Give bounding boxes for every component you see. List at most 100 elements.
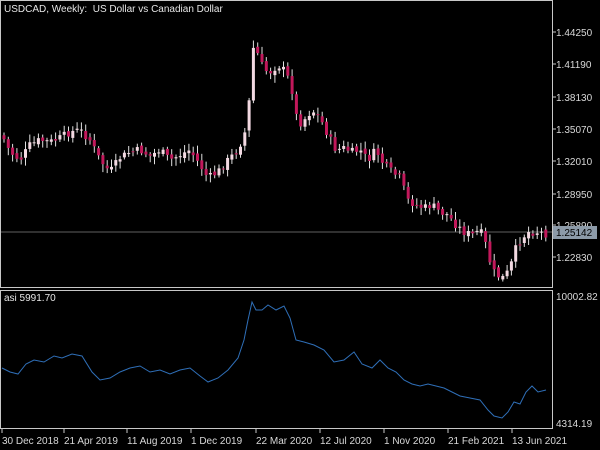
candle-body [165, 148, 169, 155]
candle-body [514, 245, 518, 262]
candle-body [140, 145, 144, 154]
time-axis-label: 13 Jun 2021 [512, 436, 567, 447]
candle-body [213, 171, 217, 176]
candle-body [363, 148, 367, 154]
candle-body [294, 94, 298, 114]
candle-body [522, 237, 526, 243]
candle-body [475, 230, 479, 232]
candle-body [441, 208, 445, 215]
candle-body [2, 135, 6, 140]
candle-body [497, 267, 500, 278]
candle-body [415, 204, 419, 206]
candle-body [88, 137, 92, 141]
chart-canvas[interactable]: 1.44250 1.41190 1.38130 1.35070 1.32010 … [0, 0, 600, 450]
candle-body [355, 146, 359, 152]
candle-body [411, 199, 414, 206]
candle-body [144, 151, 148, 155]
candle-body [15, 153, 19, 159]
candle-body [234, 153, 238, 155]
candle-body [28, 142, 32, 149]
candle-body [428, 205, 432, 209]
candle-body [325, 121, 328, 135]
candle-body [269, 71, 273, 74]
candle-body [445, 214, 449, 216]
candle-body [92, 140, 96, 147]
price-axis-label: 1.35070 [556, 125, 593, 136]
price-axis-label: 1.22830 [556, 253, 593, 264]
candle-body [527, 232, 531, 239]
candle-body [264, 61, 268, 72]
candle-body [282, 66, 285, 70]
chart-window[interactable]: 1.44250 1.41190 1.38130 1.35070 1.32010 … [0, 0, 600, 450]
candle-body [127, 153, 131, 155]
candle-body [303, 119, 307, 127]
candle-body [492, 260, 496, 270]
candle-body [488, 241, 492, 263]
candle-body [135, 147, 139, 151]
candle-body [389, 162, 393, 168]
candle-body [531, 233, 535, 236]
candle-body [333, 137, 337, 151]
candle-body [449, 214, 453, 219]
candle-body [114, 160, 118, 166]
candle-body [118, 159, 122, 162]
candle-body [320, 116, 324, 123]
candle-body [312, 112, 316, 116]
candle-body [230, 154, 234, 160]
candle-body [157, 152, 161, 154]
candle-body [423, 204, 427, 208]
price-panel-frame [0, 0, 553, 288]
candle-body [406, 186, 410, 199]
candle-body [131, 151, 135, 153]
candle-body [71, 130, 75, 138]
candle-body [49, 139, 53, 142]
candle-body [402, 173, 406, 186]
candle-body [501, 275, 505, 280]
time-axis-label: 1 Dec 2019 [191, 436, 243, 447]
candle-body [54, 138, 58, 141]
candle-body [24, 149, 27, 158]
candle-body [509, 261, 513, 271]
candle-body [380, 153, 384, 163]
time-axis-label: 21 Feb 2021 [448, 436, 505, 447]
indicator-title: asi 5991.70 [4, 293, 56, 304]
time-axis[interactable]: 30 Dec 2018 21 Apr 2019 11 Aug 2019 1 De… [1, 429, 567, 447]
candle-body [540, 231, 543, 233]
price-axis[interactable]: 1.44250 1.41190 1.38130 1.35070 1.32010 … [552, 28, 597, 264]
candle-body [518, 244, 522, 246]
candle-body [178, 156, 182, 158]
candle-body [153, 152, 156, 157]
candle-body [260, 54, 264, 63]
candle-body [419, 204, 423, 208]
asi-indicator-line [1, 300, 547, 419]
indicator-panel-frame [0, 290, 553, 429]
candle-body [84, 131, 88, 140]
price-axis-label: 1.28950 [556, 190, 593, 201]
price-axis-label: 1.38130 [556, 93, 593, 104]
candle-body [174, 157, 178, 159]
candle-body [6, 139, 10, 148]
candle-body [350, 147, 354, 151]
candles-group [2, 40, 548, 282]
candle-body [316, 114, 320, 116]
candle-body [286, 66, 290, 76]
candle-body [217, 168, 221, 176]
candle-body [307, 115, 311, 121]
candle-body [79, 129, 83, 131]
candle-body [110, 166, 113, 170]
candle-body [191, 152, 195, 156]
candle-body [226, 157, 230, 170]
time-axis-label: 12 Jul 2020 [320, 436, 372, 447]
time-axis-label: 30 Dec 2018 [2, 436, 59, 447]
candle-body [398, 173, 402, 175]
candle-body [277, 68, 281, 71]
price-axis-label: 1.44250 [556, 28, 593, 39]
candle-body [62, 131, 66, 135]
candle-body [67, 131, 70, 137]
indicator-axis[interactable]: 10002.82 4314.19 [556, 292, 598, 430]
candle-body [75, 128, 79, 130]
candle-body [436, 202, 440, 210]
candle-body [479, 229, 483, 233]
candle-body [41, 137, 45, 141]
chart-title: USDCAD, Weekly: US Dollar vs Canadian Do… [4, 4, 223, 15]
